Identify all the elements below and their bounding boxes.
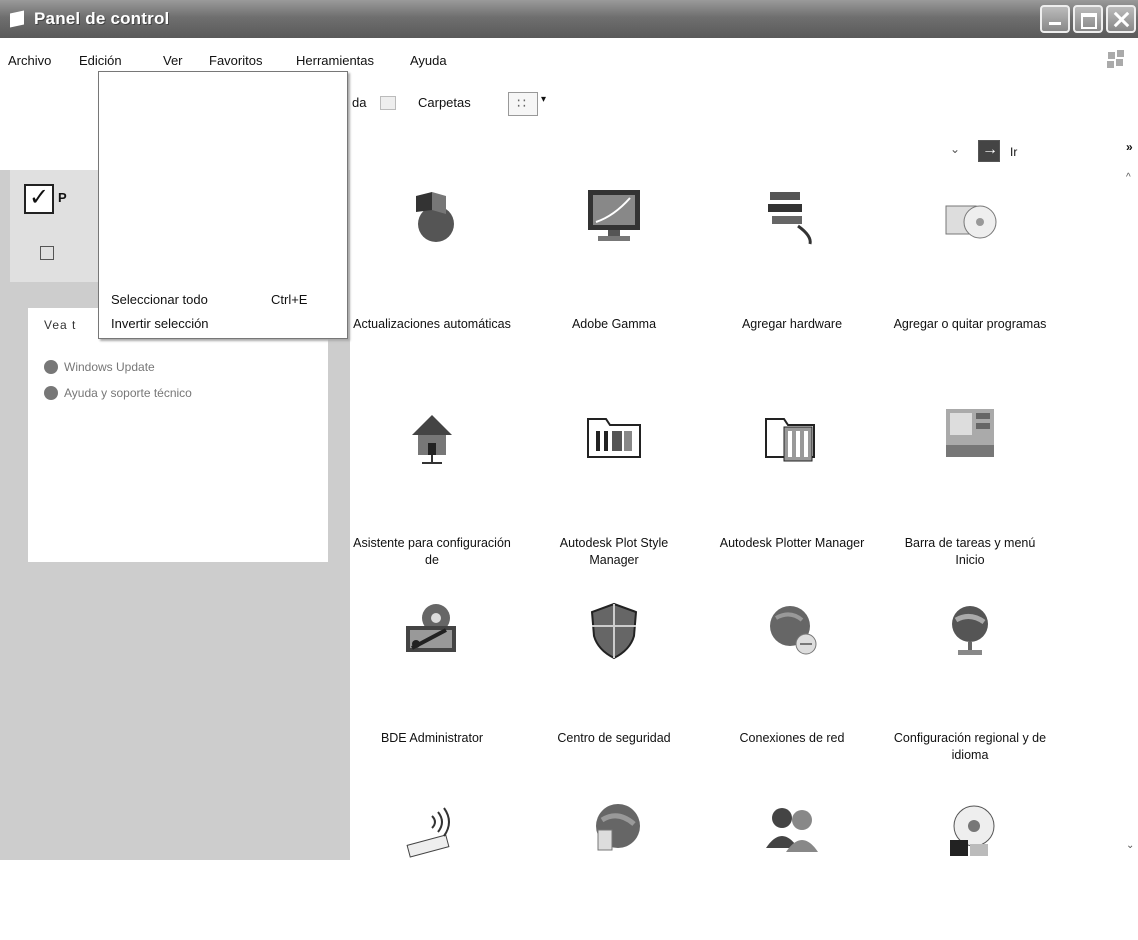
help-icon	[44, 386, 58, 400]
windows-update-link[interactable]: Windows Update	[44, 360, 155, 374]
menu-item-select-all[interactable]: Seleccionar todo	[111, 292, 208, 307]
control-panel-item[interactable]: Barra de tareas y menú Inicio	[890, 395, 1050, 567]
control-panel-item[interactable]: Actualizaciones automáticas	[352, 176, 512, 331]
bde-gear-wrench-icon	[402, 600, 462, 660]
maximize-button[interactable]	[1073, 5, 1103, 33]
menu-ver[interactable]: Ver	[163, 53, 183, 68]
internet-options-globe-icon	[584, 800, 644, 860]
menu-ayuda[interactable]: Ayuda	[410, 53, 447, 68]
control-panel-item[interactable]	[352, 790, 512, 940]
menu-edicion[interactable]: Edición	[79, 53, 122, 68]
control-panel-item-label: BDE Administrator	[380, 731, 484, 745]
control-panel-item-label: Actualizaciones automáticas	[353, 317, 511, 331]
folders-icon[interactable]	[380, 96, 396, 110]
control-panel-title-icon	[8, 8, 30, 30]
taskbar-start-menu-icon	[940, 405, 1000, 465]
views-dropdown-icon[interactable]: ▾	[541, 94, 546, 105]
scroll-up-icon[interactable]: ^	[1126, 172, 1131, 183]
menu-archivo[interactable]: Archivo	[8, 53, 51, 68]
menu-item-invert-selection[interactable]: Invertir selección	[111, 316, 209, 331]
plotter-folder-icon	[762, 405, 822, 465]
user-accounts-icon	[762, 800, 822, 860]
control-panel-item-label: Conexiones de red	[739, 731, 845, 745]
fonts-cd-icon	[940, 800, 1000, 860]
window-title: Panel de control	[34, 9, 170, 28]
views-button[interactable]	[508, 92, 538, 116]
add-hardware-icon	[762, 186, 822, 246]
control-panel-box-title: P	[58, 190, 67, 205]
control-panel-item-label: Adobe Gamma	[571, 317, 657, 331]
control-panel-item[interactable]: Conexiones de red	[712, 590, 872, 745]
windows-update-globe-icon	[402, 186, 462, 246]
control-panel-item[interactable]: Autodesk Plotter Manager	[712, 395, 872, 550]
windows-update-icon	[44, 360, 58, 374]
address-dropdown-icon[interactable]: ⌄	[950, 142, 960, 156]
switch-view-icon[interactable]	[40, 246, 54, 260]
see-also-title: Vea t	[44, 318, 77, 332]
control-panel-check-icon	[24, 183, 54, 214]
close-button[interactable]	[1106, 5, 1136, 33]
control-panel-item-label: Autodesk Plotter Manager	[719, 536, 865, 550]
help-support-label: Ayuda y soporte técnico	[64, 386, 192, 400]
menu-bar: Archivo Edición Ver Favoritos Herramient…	[0, 47, 1138, 71]
control-panel-item-label: Centro de seguridad	[557, 731, 671, 745]
windows-logo-icon	[1106, 50, 1126, 70]
title-bar: Panel de control	[0, 0, 1138, 38]
control-panel-item-label: Barra de tareas y menú Inicio	[904, 536, 1036, 567]
control-panel-item-label: Agregar hardware	[741, 317, 843, 331]
control-panel-item[interactable]: Autodesk Plot Style Manager	[534, 395, 694, 567]
toolbar-more-chevron[interactable]: »	[1126, 140, 1133, 154]
help-support-link[interactable]: Ayuda y soporte técnico	[44, 386, 192, 400]
go-arrow-icon[interactable]	[978, 140, 1000, 162]
wireless-device-icon	[402, 800, 462, 860]
plot-style-folder-icon	[584, 405, 644, 465]
control-panel-item[interactable]: BDE Administrator	[352, 590, 512, 745]
security-shield-icon	[584, 600, 644, 660]
control-panel-item-label: Autodesk Plot Style Manager	[559, 536, 669, 567]
control-panel-item[interactable]: Centro de seguridad	[534, 590, 694, 745]
control-panel-item[interactable]	[890, 790, 1050, 940]
control-panel-item[interactable]: Configuración regional y de idioma	[890, 590, 1050, 762]
control-panel-item[interactable]: Asistente para configuración de	[352, 395, 512, 567]
control-panel-item-label: Asistente para configuración de	[353, 536, 511, 567]
adobe-gamma-monitor-icon	[584, 186, 644, 246]
control-panel-item[interactable]: Adobe Gamma	[534, 176, 694, 331]
edit-menu-dropdown: Seleccionar todo Ctrl+E Invertir selecci…	[98, 71, 348, 339]
search-button-label[interactable]: da	[352, 95, 366, 110]
control-panel-item[interactable]	[534, 790, 694, 940]
regional-globe-icon	[940, 600, 1000, 660]
menu-herramientas[interactable]: Herramientas	[296, 53, 374, 68]
windows-update-label: Windows Update	[64, 360, 155, 374]
control-panel-item[interactable]	[712, 790, 872, 940]
scroll-down-icon[interactable]: ⌄	[1126, 840, 1134, 851]
control-panel-item-label: Agregar o quitar programas	[893, 317, 1047, 331]
network-connections-globe-icon	[762, 600, 822, 660]
control-panel-item-label: Configuración regional y de idioma	[893, 731, 1047, 762]
window-controls	[1040, 5, 1136, 33]
select-all-shortcut: Ctrl+E	[271, 292, 308, 307]
minimize-button[interactable]	[1040, 5, 1070, 33]
see-also-box: Vea t Windows Update Ayuda y soporte téc…	[28, 308, 328, 562]
network-setup-house-icon	[402, 405, 462, 465]
add-remove-programs-icon	[940, 186, 1000, 246]
control-panel-item[interactable]: Agregar hardware	[712, 176, 872, 331]
folders-button[interactable]: Carpetas	[418, 95, 471, 110]
go-button[interactable]: Ir	[1010, 145, 1017, 159]
menu-favoritos[interactable]: Favoritos	[209, 53, 262, 68]
control-panel-item[interactable]: Agregar o quitar programas	[890, 176, 1050, 331]
